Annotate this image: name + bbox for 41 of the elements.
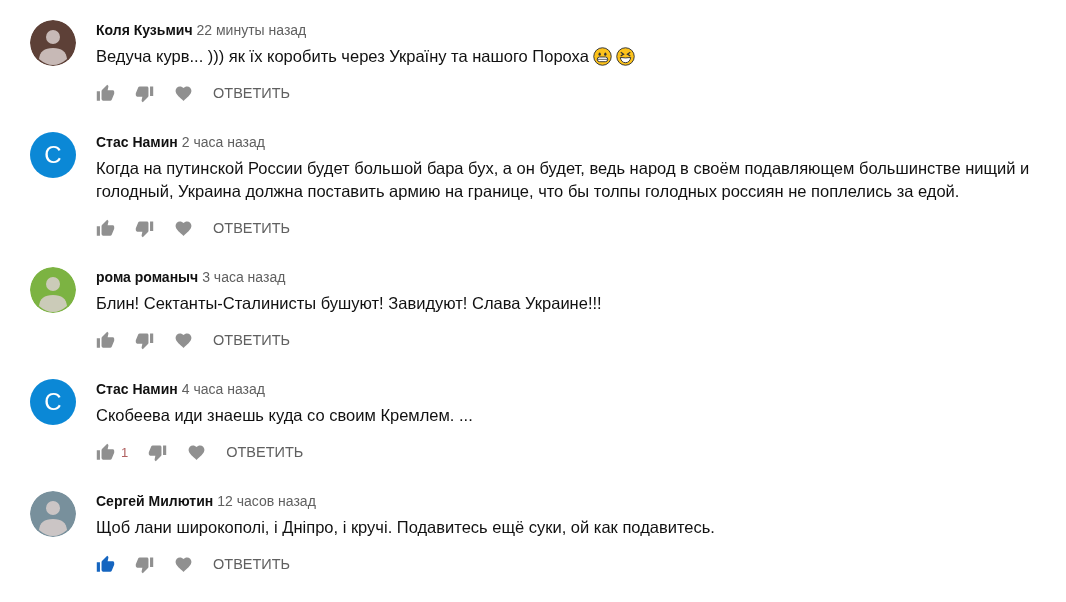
heart-icon[interactable]	[174, 83, 193, 103]
reply-button[interactable]: ОТВЕТИТЬ	[213, 220, 291, 236]
comment-time[interactable]: 22 минуты назад	[196, 20, 307, 40]
like-count: 1	[121, 444, 129, 460]
laughing-face-icon	[615, 47, 635, 66]
author-name[interactable]: Стас Намин	[96, 132, 178, 152]
heart-icon[interactable]	[174, 554, 193, 574]
author-name[interactable]: рома романыч	[96, 267, 199, 287]
thumbs-down-icon[interactable]	[135, 218, 154, 238]
thumbs-down-icon[interactable]	[148, 442, 168, 462]
thumbs-up-icon[interactable]	[96, 442, 115, 462]
author-name[interactable]: Коля Кузьмич	[96, 20, 193, 40]
reply-button[interactable]: ОТВЕТИТЬ	[213, 332, 291, 348]
comment-text: Блин! Сектанты-Сталинисты бушуют! Завидуют! Слава Украине!!!	[96, 293, 602, 314]
avatar[interactable]: С	[30, 379, 76, 425]
thumbs-up-icon[interactable]	[96, 83, 115, 103]
thumbs-up-icon[interactable]	[96, 218, 115, 238]
comment-time[interactable]: 4 часа назад	[181, 379, 265, 399]
avatar-icon[interactable]	[30, 20, 76, 66]
thumbs-down-icon[interactable]	[135, 83, 154, 103]
thumbs-down-icon[interactable]	[135, 330, 154, 350]
comment-text: Щоб лани широкополі, і Дніпро, і кручі. Подавитесь ещё суки, ой как подавитесь.	[96, 517, 715, 538]
comment-text: Ведуча курв... ))) як їх коробить через Україну та нашого Пороха	[96, 46, 589, 67]
comment-time[interactable]: 2 часа назад	[181, 132, 265, 152]
heart-icon[interactable]	[174, 330, 193, 350]
avatar[interactable]: С	[30, 132, 76, 178]
comment-text: Скобеева иди знаешь куда со своим Кремлем. ...	[96, 405, 473, 426]
thumbs-up-icon[interactable]	[96, 554, 115, 574]
heart-icon[interactable]	[187, 442, 207, 462]
comment-time[interactable]: 3 часа назад	[202, 267, 286, 287]
heart-icon[interactable]	[174, 218, 193, 238]
thumbs-down-icon[interactable]	[135, 554, 154, 574]
comment-time[interactable]: 12 часов назад	[217, 491, 316, 511]
reply-button[interactable]: ОТВЕТИТЬ	[213, 85, 291, 101]
reply-button[interactable]: ОТВЕТИТЬ	[213, 556, 291, 572]
reply-button[interactable]: ОТВЕТИТЬ	[226, 444, 304, 460]
comment-text: Когда на путинской России будет большой бара бух, а он будет, ведь народ в своём подавляющем большинстве нищий и голодный, Украина должна поставить армию на границе, что бы толпы голодных россиян не поплелись за едой.	[96, 158, 1031, 202]
thumbs-up-icon[interactable]	[96, 330, 115, 350]
author-name[interactable]: Сергей Милютин	[96, 491, 214, 511]
grinning-face-icon	[592, 47, 612, 66]
author-name[interactable]: Стас Намин	[96, 379, 178, 399]
